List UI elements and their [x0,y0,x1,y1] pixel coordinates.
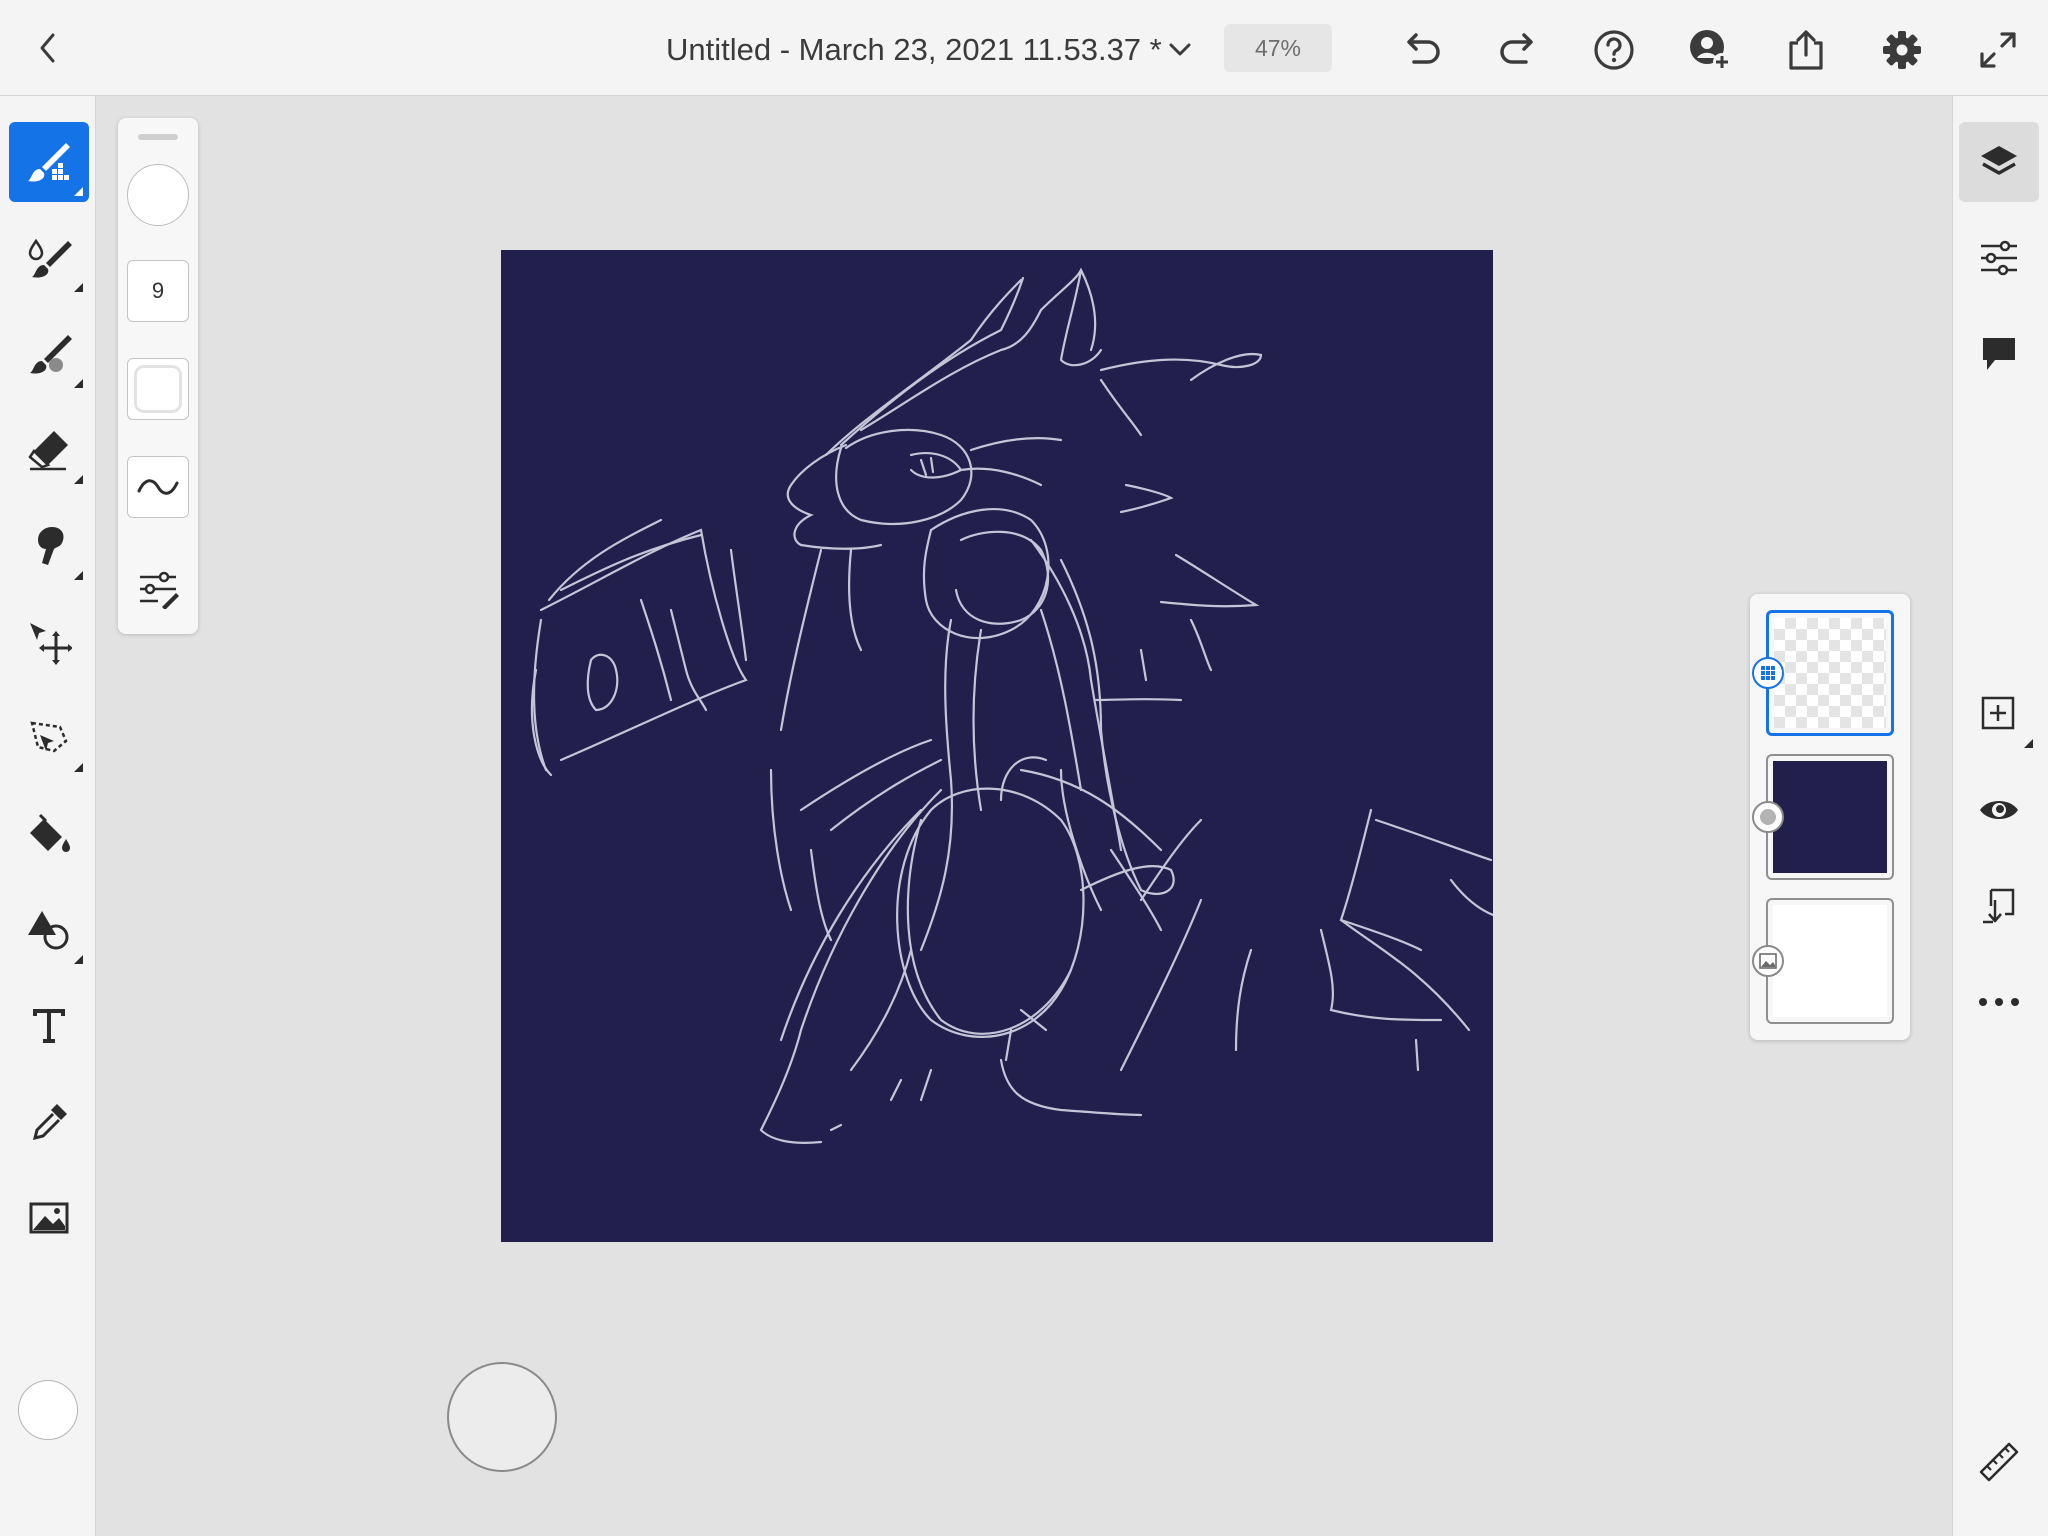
redo-button[interactable] [1494,26,1542,74]
image-layer-badge [1752,945,1784,977]
brush-size-value[interactable]: 9 [127,260,189,322]
comments-icon [1983,338,2015,370]
visibility-button[interactable] [1959,770,2039,850]
comments-button[interactable] [1959,314,2039,394]
background-layer-preview [1773,905,1887,1017]
live-brush-icon [28,238,72,278]
help-icon [1594,30,1634,70]
flow-preview [134,365,182,413]
fill-tool[interactable] [9,794,89,874]
fullscreen-icon [1980,32,2016,68]
help-button[interactable] [1590,26,1638,74]
layers-icon [1981,146,2017,175]
image-icon [29,1202,69,1234]
transform-tool[interactable] [9,602,89,682]
zoom-level[interactable]: 47% [1224,24,1332,72]
paint-bucket-icon [30,813,70,852]
pixel-brush-tool[interactable] [9,122,89,202]
eraser-icon [28,431,68,471]
fill-circle-icon [1760,809,1776,825]
layer-2-thumbnail[interactable] [1766,754,1894,880]
add-layer-icon [1981,696,2015,730]
add-layer-menu-indicator [2024,739,2033,748]
live-brush-tool[interactable] [9,218,89,298]
back-button[interactable] [26,26,70,70]
eyedropper-tool[interactable] [9,1082,89,1162]
shapes-icon [28,911,69,950]
vector-brush-tool[interactable] [9,314,89,394]
left-toolbar [0,96,96,1536]
settings-button[interactable] [1878,26,1926,74]
fullscreen-button[interactable] [1974,26,2022,74]
layer-properties-icon [1981,240,2017,276]
touch-modifier-button[interactable] [447,1362,557,1472]
top-bar: Untitled - March 23, 2021 11.53.37 * 47% [0,0,2048,96]
layer-properties-button[interactable] [1959,218,2039,298]
undo-icon [1407,33,1440,64]
ruler-button[interactable] [1959,1422,2039,1502]
document-title[interactable]: Untitled - March 23, 2021 11.53.37 * [666,28,1162,72]
panel-grip[interactable] [138,134,178,140]
smoothing-wave-icon [137,479,179,495]
chevron-down-icon [1169,43,1191,56]
shapes-tool[interactable] [9,890,89,970]
ruler-icon [1979,1442,2019,1482]
pixel-brush-icon [28,143,70,182]
vector-brush-icon [30,335,72,374]
right-toolbar [1952,96,2048,1536]
eraser-tool[interactable] [9,410,89,490]
redo-icon [1500,33,1533,64]
smudge-tool[interactable] [9,506,89,586]
eye-icon [1980,801,2018,819]
brush-properties-panel: 9 [118,118,198,634]
brush-flow-control[interactable] [127,358,189,420]
color-swatch[interactable] [18,1380,78,1440]
eyedropper-icon [32,1104,67,1141]
pixel-grid-icon [1761,666,1775,680]
undo-button[interactable] [1398,26,1446,74]
more-button[interactable] [1959,962,2039,1042]
sketch-artwork [530,267,1493,1144]
invite-button[interactable] [1686,26,1734,74]
brush-smoothing-control[interactable] [127,456,189,518]
fill-layer-badge [1752,801,1784,833]
place-image-tool[interactable] [9,1178,89,1258]
drawing-canvas[interactable] [501,250,1493,1242]
invite-icon [1690,30,1731,71]
layers-button[interactable] [1959,122,2039,202]
layer-1-thumbnail[interactable] [1766,610,1894,736]
lasso-selection-icon [30,721,68,753]
brush-size-preview[interactable] [127,164,189,226]
settings-icon [1883,31,1921,69]
pixel-layer-badge [1752,657,1784,689]
layer-3-thumbnail[interactable] [1766,898,1894,1024]
layers-panel [1750,594,1910,1040]
merge-down-button[interactable] [1959,866,2039,946]
transparent-layer-preview [1774,618,1886,728]
add-layer-button[interactable] [1959,674,2039,754]
document-menu-button[interactable] [1158,30,1202,70]
share-icon [1789,30,1823,70]
share-button[interactable] [1782,26,1830,74]
fill-layer-preview [1773,761,1887,873]
merge-down-icon [1983,888,2015,924]
more-icon [1979,998,2019,1006]
brush-settings-icon [140,571,179,609]
image-layer-icon [1759,953,1777,969]
type-tool[interactable] [9,986,89,1066]
selection-tool[interactable] [9,698,89,778]
transform-icon [30,623,72,665]
smudge-icon [38,527,64,565]
type-icon [33,1009,65,1043]
brush-settings-button[interactable] [127,558,189,620]
back-icon [40,33,55,63]
